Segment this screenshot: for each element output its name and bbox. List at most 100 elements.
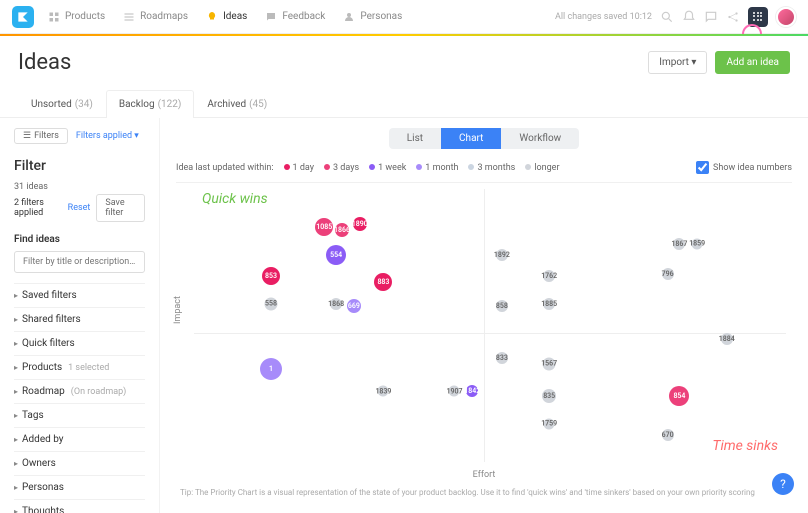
priority-chart: Quick wins Time sinks Impact Effort 1085… [176, 182, 792, 482]
idea-bubble-1885[interactable]: 1885 [543, 298, 555, 310]
filter-section-saved-filters[interactable]: Saved filters [14, 283, 145, 307]
idea-bubble-1839[interactable]: 1839 [378, 386, 389, 397]
tab-archived-label: Archived [207, 99, 246, 110]
user-avatar[interactable] [776, 7, 796, 27]
tab-archived[interactable]: Archived(45) [194, 90, 280, 118]
toggle-list[interactable]: List [389, 128, 441, 149]
idea-bubble-1759[interactable]: 1759 [544, 418, 555, 429]
idea-bubble-796[interactable]: 796 [662, 268, 674, 280]
import-button[interactable]: Import ▾ [648, 51, 707, 74]
show-numbers-label: Show idea numbers [713, 163, 792, 173]
toggle-chart[interactable]: Chart [441, 128, 501, 149]
idea-bubble-1890[interactable]: 1890 [353, 217, 367, 231]
sidebar: ☰ Filters Filters applied ▾ Filter 31 id… [0, 118, 160, 513]
idea-bubble-1[interactable]: 1 [260, 358, 282, 380]
nav-products[interactable]: Products [48, 11, 105, 23]
content: ☰ Filters Filters applied ▾ Filter 31 id… [0, 118, 808, 513]
app-logo[interactable] [12, 6, 34, 28]
reset-link[interactable]: Reset [68, 203, 91, 213]
tab-unsorted-count: (34) [75, 99, 93, 110]
legend-row: Idea last updated within: 1 day3 days1 w… [176, 161, 792, 174]
legend-prefix: Idea last updated within: [176, 163, 274, 173]
idea-bubble-669[interactable]: 669 [347, 299, 361, 313]
import-label: Import [659, 57, 689, 68]
nav-products-label: Products [65, 11, 105, 22]
chat-icon[interactable] [704, 10, 718, 24]
idea-bubble-1907[interactable]: 1907 [449, 386, 460, 397]
tab-unsorted[interactable]: Unsorted(34) [18, 90, 106, 118]
idea-bubble-554[interactable]: 554 [326, 245, 346, 265]
chart-inner: 1085186618905548535581868669883189285817… [194, 189, 786, 462]
tip-text: Tip: The Priority Chart is a visual repr… [176, 488, 792, 497]
tab-backlog-count: (122) [158, 99, 182, 110]
nav-right: All changes saved 10:12 [555, 7, 796, 27]
idea-bubble-1842[interactable]: 1842 [466, 385, 478, 397]
idea-bubble-1762[interactable]: 1762 [543, 270, 555, 282]
filter-section-added-by[interactable]: Added by [14, 427, 145, 451]
nav-roadmaps-label: Roadmaps [140, 11, 188, 22]
filters-chip-label: Filters [34, 131, 59, 141]
main: List Chart Workflow Idea last updated wi… [160, 118, 808, 513]
tabs: Unsorted(34) Backlog(122) Archived(45) [0, 89, 808, 118]
y-axis-label: Impact [173, 296, 183, 324]
idea-bubble-883[interactable]: 883 [374, 273, 392, 291]
legend-item: 1 day [284, 163, 314, 173]
filter-section-personas[interactable]: Personas [14, 475, 145, 499]
filter-section-tags[interactable]: Tags [14, 403, 145, 427]
idea-bubble-558[interactable]: 558 [264, 297, 277, 310]
filters-applied-link[interactable]: Filters applied ▾ [76, 131, 139, 141]
nav-feedback[interactable]: Feedback [265, 11, 325, 23]
sidebar-actions: 2 filters applied Reset Save filter [14, 194, 145, 222]
filter-section-quick-filters[interactable]: Quick filters [14, 331, 145, 355]
idea-bubble-835[interactable]: 835 [542, 389, 556, 403]
toggle-group: List Chart Workflow [389, 128, 579, 149]
filter-section-owners[interactable]: Owners [14, 451, 145, 475]
x-axis-label: Effort [473, 470, 496, 480]
filter-section-thoughts[interactable]: Thoughts [14, 499, 145, 513]
idea-bubble-833[interactable]: 833 [496, 352, 508, 364]
share-icon[interactable] [726, 10, 740, 24]
tab-backlog[interactable]: Backlog(122) [106, 90, 195, 118]
tab-archived-count: (45) [249, 99, 267, 110]
filters-chip[interactable]: ☰ Filters [14, 128, 68, 144]
idea-bubble-1867[interactable]: 1867 [673, 238, 685, 250]
save-filter-button[interactable]: Save filter [96, 194, 145, 222]
idea-bubble-1567[interactable]: 1567 [543, 357, 556, 370]
nav-personas[interactable]: Personas [343, 11, 402, 23]
idea-count: 31 ideas [14, 182, 145, 192]
view-toggle: List Chart Workflow [176, 128, 792, 149]
save-status: All changes saved 10:12 [555, 12, 652, 22]
idea-bubble-1859[interactable]: 1859 [692, 238, 703, 249]
legend-items: Idea last updated within: 1 day3 days1 w… [176, 163, 570, 173]
search-icon[interactable] [660, 10, 674, 24]
legend-item: longer [525, 163, 559, 173]
nav-ideas[interactable]: Ideas [206, 11, 247, 23]
filter-section-products[interactable]: Products1 selected [14, 355, 145, 379]
show-numbers-toggle[interactable]: Show idea numbers [696, 161, 792, 174]
idea-bubble-853[interactable]: 853 [262, 267, 280, 285]
idea-bubble-670[interactable]: 670 [662, 429, 674, 441]
idea-bubble-1866[interactable]: 1866 [335, 223, 349, 237]
filter-search-input[interactable] [14, 251, 145, 273]
idea-bubble-1884[interactable]: 1884 [721, 333, 733, 345]
idea-bubble-858[interactable]: 858 [496, 300, 508, 312]
nav-roadmaps[interactable]: Roadmaps [123, 11, 188, 23]
filters-applied-count: 2 filters applied [14, 198, 62, 218]
idea-bubble-854[interactable]: 854 [669, 386, 689, 406]
idea-bubble-1085[interactable]: 1085 [315, 218, 333, 236]
idea-bubble-1868[interactable]: 1868 [330, 298, 342, 310]
legend-item: 1 month [416, 163, 458, 173]
toggle-workflow[interactable]: Workflow [501, 128, 579, 149]
filter-section-roadmap[interactable]: Roadmap(On roadmap) [14, 379, 145, 403]
page-header: Ideas Import ▾ Add an idea [0, 36, 808, 89]
show-numbers-checkbox[interactable] [696, 161, 709, 174]
bell-icon[interactable] [682, 10, 696, 24]
help-button[interactable]: ? [772, 473, 794, 495]
idea-bubble-1892[interactable]: 1892 [496, 249, 508, 261]
nav-ideas-label: Ideas [223, 11, 247, 22]
filter-title: Filter [14, 158, 145, 174]
tab-backlog-label: Backlog [119, 99, 155, 110]
add-idea-button[interactable]: Add an idea [715, 51, 790, 74]
top-nav: Products Roadmaps Ideas Feedback Persona… [0, 0, 808, 34]
filter-section-shared-filters[interactable]: Shared filters [14, 307, 145, 331]
